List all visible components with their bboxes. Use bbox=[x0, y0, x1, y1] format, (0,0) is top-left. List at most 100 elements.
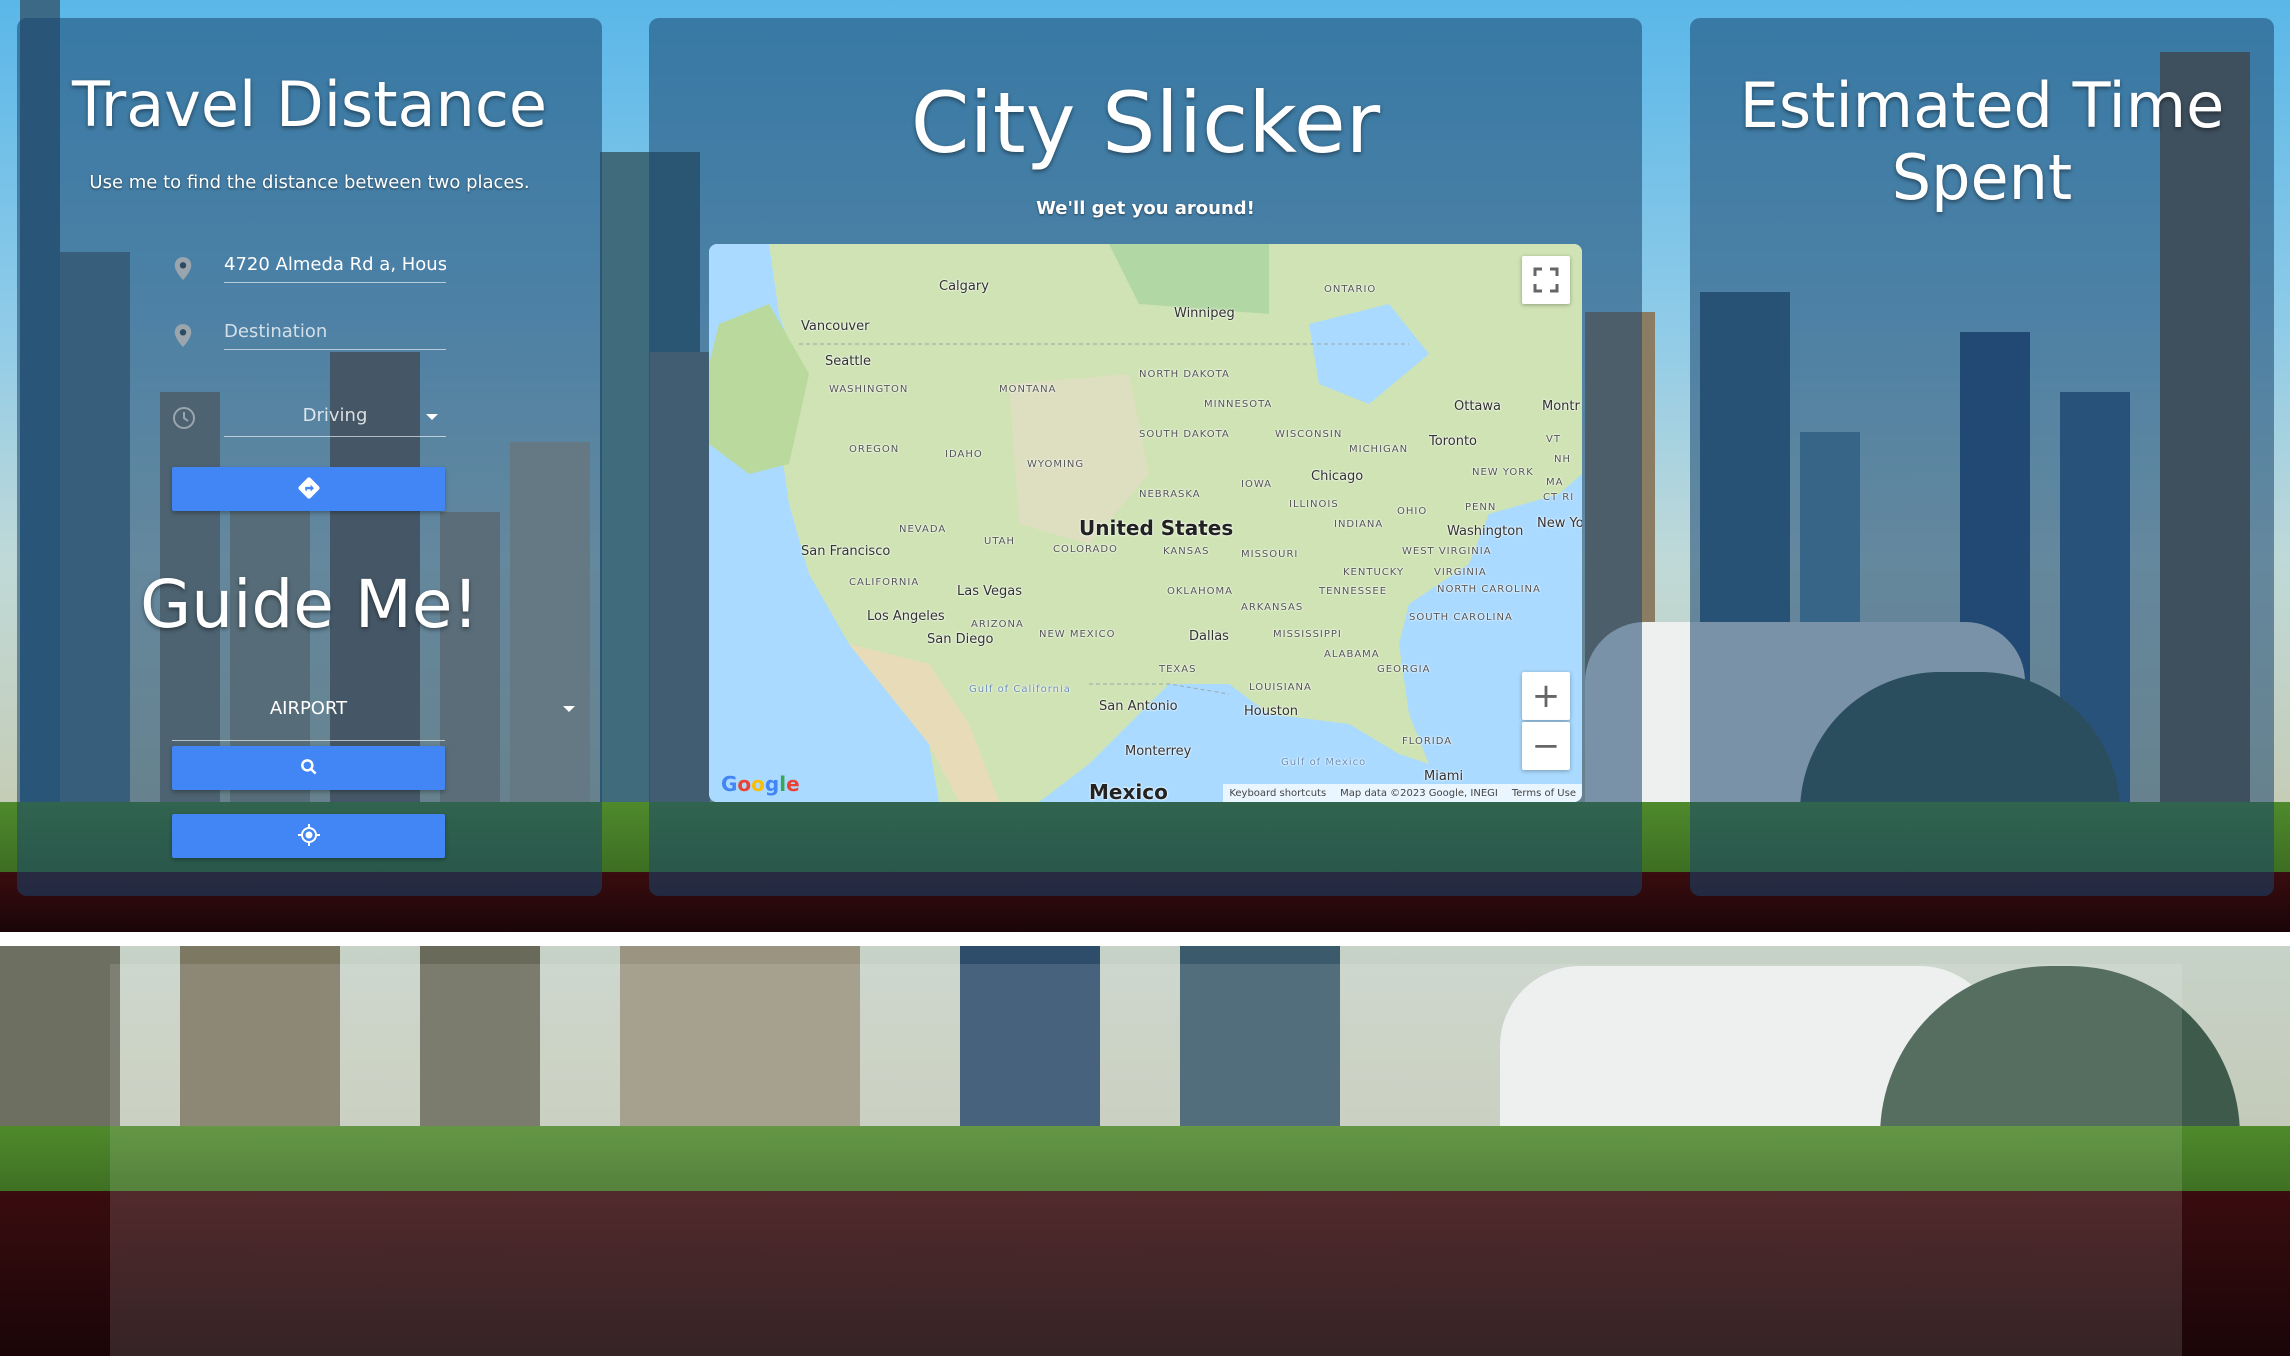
map-label-state: WEST VIRGINIA bbox=[1402, 546, 1492, 557]
map-label-city: Montr bbox=[1542, 399, 1580, 414]
guide-me-title: Guide Me! bbox=[140, 566, 479, 643]
map-label-state: NH bbox=[1554, 454, 1571, 465]
map-label-state: COLORADO bbox=[1053, 544, 1118, 555]
map-label-state: SOUTH DAKOTA bbox=[1139, 429, 1230, 440]
search-places-button[interactable] bbox=[172, 746, 445, 790]
map-label-city: Vancouver bbox=[801, 319, 870, 334]
map-label-state: CALIFORNIA bbox=[849, 577, 920, 588]
travel-mode-select[interactable]: Driving bbox=[224, 396, 446, 437]
map-label-city: Calgary bbox=[939, 279, 989, 294]
map-label-state: VT bbox=[1546, 434, 1561, 445]
place-category-value: AIRPORT bbox=[269, 698, 348, 719]
travel-distance-subtitle: Use me to find the distance between two … bbox=[89, 172, 530, 193]
map-label-city: Monterrey bbox=[1125, 744, 1192, 759]
map-view[interactable]: United States Mexico Calgary Winnipeg Va… bbox=[709, 244, 1582, 802]
zoom-in-button[interactable]: + bbox=[1522, 672, 1570, 720]
map-label-state: ONTARIO bbox=[1324, 284, 1377, 295]
location-pin-icon bbox=[172, 323, 194, 347]
map-label-city: San Diego bbox=[927, 632, 994, 647]
map-label-state: LOUISIANA bbox=[1249, 682, 1312, 693]
map-label-state: ALABAMA bbox=[1324, 649, 1380, 660]
map-label-state: KANSAS bbox=[1163, 546, 1210, 557]
map-label-state: MISSISSIPPI bbox=[1273, 629, 1342, 640]
destination-field-row bbox=[172, 303, 462, 359]
map-label-mexico: Mexico bbox=[1089, 780, 1168, 802]
map-label-state: WASHINGTON bbox=[829, 384, 909, 395]
city-slicker-subtitle: We'll get you around! bbox=[1036, 198, 1255, 219]
map-label-city: Toronto bbox=[1429, 434, 1477, 449]
section-divider bbox=[0, 932, 2290, 946]
map-label-state: GEORGIA bbox=[1377, 664, 1431, 675]
origin-input[interactable] bbox=[224, 246, 446, 283]
clock-icon bbox=[172, 406, 195, 429]
map-label-state: WISCONSIN bbox=[1275, 429, 1343, 440]
map-label-state: NEBRASKA bbox=[1139, 489, 1201, 500]
map-label-state: MA bbox=[1546, 477, 1564, 488]
keyboard-shortcuts-link[interactable]: Keyboard shortcuts bbox=[1229, 788, 1326, 799]
search-icon bbox=[299, 757, 319, 780]
map-label-country: United States bbox=[1079, 516, 1234, 540]
map-label-state: UTAH bbox=[984, 536, 1016, 547]
chevron-down-icon bbox=[426, 414, 438, 420]
my-location-icon bbox=[297, 823, 321, 850]
travel-distance-title: Travel Distance bbox=[71, 68, 548, 141]
zoom-out-button[interactable]: − bbox=[1522, 722, 1570, 770]
travel-distance-panel: Travel Distance Use me to find the dista… bbox=[17, 18, 602, 896]
terms-of-use-link[interactable]: Terms of Use bbox=[1512, 788, 1576, 799]
map-label-city: Dallas bbox=[1189, 629, 1229, 644]
get-directions-button[interactable] bbox=[172, 467, 445, 511]
map-label-state: NEVADA bbox=[899, 524, 947, 535]
locate-me-button[interactable] bbox=[172, 814, 445, 858]
map-label-city: Las Vegas bbox=[957, 584, 1022, 599]
map-label-state: KENTUCKY bbox=[1343, 567, 1405, 578]
map-label-city: Seattle bbox=[825, 354, 872, 369]
bottom-content-panel bbox=[110, 964, 2182, 1356]
map-label-city: Chicago bbox=[1311, 469, 1364, 484]
place-category-select[interactable]: AIRPORT bbox=[172, 678, 575, 741]
map-label-state: MISSOURI bbox=[1241, 549, 1299, 560]
directions-icon bbox=[296, 475, 322, 504]
map-label-state: OHIO bbox=[1397, 506, 1428, 517]
estimated-time-panel: Estimated Time Spent bbox=[1690, 18, 2274, 896]
estimated-time-title: Estimated Time Spent bbox=[1739, 69, 2225, 214]
location-pin-icon bbox=[172, 256, 194, 280]
map-label-state: ILLINOIS bbox=[1289, 499, 1339, 510]
google-logo: Google bbox=[721, 772, 800, 796]
city-slicker-title: City Slicker bbox=[910, 74, 1381, 172]
map-label-city: San Antonio bbox=[1099, 699, 1178, 714]
map-label-city: New Yo bbox=[1537, 516, 1582, 531]
destination-input[interactable] bbox=[224, 313, 446, 350]
map-label-state: MONTANA bbox=[999, 384, 1057, 395]
map-label-state: NORTH CAROLINA bbox=[1437, 584, 1541, 595]
map-label-state: NORTH DAKOTA bbox=[1139, 369, 1230, 380]
map-label-state: FLORIDA bbox=[1402, 736, 1453, 747]
map-label-state: TEXAS bbox=[1159, 664, 1197, 675]
map-label-state: VIRGINIA bbox=[1434, 567, 1487, 578]
map-attribution: Keyboard shortcuts Map data ©2023 Google… bbox=[1223, 784, 1582, 802]
map-label-city: Miami bbox=[1424, 769, 1464, 784]
map-label-city: San Francisco bbox=[801, 544, 891, 559]
map-label-state: NEW YORK bbox=[1472, 467, 1534, 478]
map-label-water: Gulf of California bbox=[969, 684, 1071, 695]
map-data-credit: Map data ©2023 Google, INEGI bbox=[1340, 787, 1498, 799]
map-label-state: WYOMING bbox=[1027, 459, 1085, 470]
map-label-state: ARIZONA bbox=[971, 619, 1024, 630]
map-label-water: Gulf of Mexico bbox=[1281, 757, 1367, 768]
map-label-state: INDIANA bbox=[1334, 519, 1384, 530]
map-label-city: Washington bbox=[1447, 524, 1524, 539]
origin-field-row bbox=[172, 236, 462, 292]
map-label-state: ARKANSAS bbox=[1241, 602, 1304, 613]
map-label-state: IOWA bbox=[1241, 479, 1273, 490]
map-label-state: IDAHO bbox=[945, 449, 983, 460]
map-label-city: Houston bbox=[1244, 704, 1299, 719]
map-label-city: Winnipeg bbox=[1174, 306, 1235, 321]
fullscreen-button[interactable] bbox=[1522, 256, 1570, 304]
map-label-state: NEW MEXICO bbox=[1039, 629, 1116, 640]
chevron-down-icon bbox=[563, 706, 575, 712]
map-label-state: OREGON bbox=[849, 444, 900, 455]
travel-mode-row: Driving bbox=[172, 386, 462, 442]
map-label-state: SOUTH CAROLINA bbox=[1409, 612, 1513, 623]
map-label-state: MICHIGAN bbox=[1349, 444, 1409, 455]
map-label-city: Los Angeles bbox=[867, 609, 945, 624]
fullscreen-icon bbox=[1533, 267, 1559, 293]
